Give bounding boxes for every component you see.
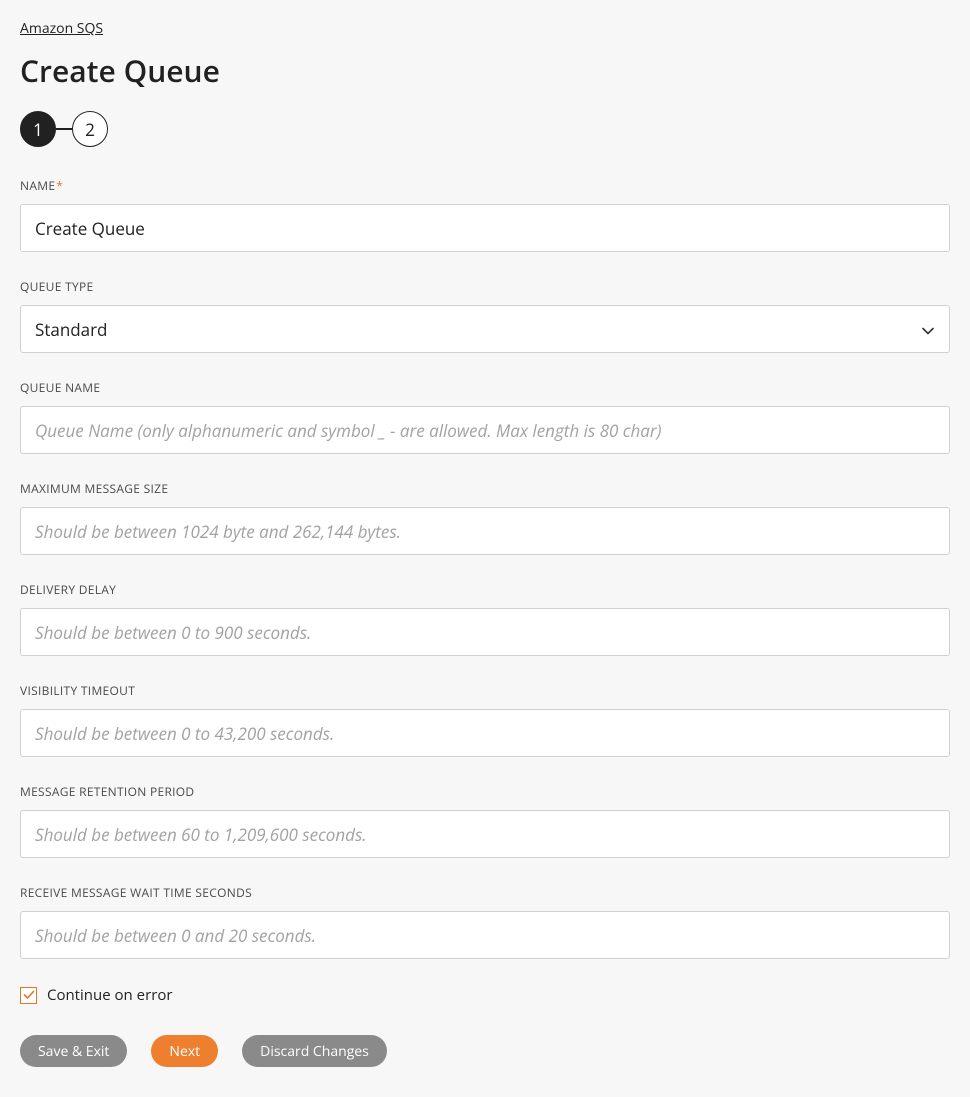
check-icon [23, 990, 35, 1000]
discard-button[interactable]: Discard Changes [242, 1035, 387, 1067]
queue-type-select[interactable]: Standard [20, 305, 950, 353]
continue-on-error-checkbox[interactable] [20, 987, 37, 1004]
page-title: Create Queue [20, 50, 950, 91]
field-queue-name: Queue Name [20, 379, 950, 454]
continue-on-error-row: Continue on error [20, 985, 950, 1005]
step-connector [56, 128, 72, 130]
breadcrumb-link[interactable]: Amazon SQS [20, 19, 103, 38]
field-msg-retention: Message Retention Period [20, 783, 950, 858]
visibility-timeout-label: Visibility Timeout [20, 682, 950, 699]
field-queue-type: Queue Type Standard [20, 278, 950, 353]
delivery-delay-input[interactable] [20, 608, 950, 656]
save-exit-button[interactable]: Save & Exit [20, 1035, 127, 1067]
name-input[interactable] [20, 204, 950, 252]
receive-wait-input[interactable] [20, 911, 950, 959]
name-label: Name* [20, 177, 950, 194]
step-2[interactable]: 2 [72, 111, 108, 147]
queue-name-input[interactable] [20, 406, 950, 454]
msg-retention-input[interactable] [20, 810, 950, 858]
max-msg-size-input[interactable] [20, 507, 950, 555]
queue-name-label: Queue Name [20, 379, 950, 396]
required-asterisk: * [56, 177, 63, 194]
field-name: Name* [20, 177, 950, 252]
receive-wait-label: Receive Message Wait Time Seconds [20, 884, 950, 901]
max-msg-size-label: Maximum Message Size [20, 480, 950, 497]
stepper: 1 2 [20, 111, 950, 147]
delivery-delay-label: Delivery Delay [20, 581, 950, 598]
field-receive-wait: Receive Message Wait Time Seconds [20, 884, 950, 959]
step-1[interactable]: 1 [20, 111, 56, 147]
msg-retention-label: Message Retention Period [20, 783, 950, 800]
next-button[interactable]: Next [151, 1035, 218, 1067]
visibility-timeout-input[interactable] [20, 709, 950, 757]
queue-type-label: Queue Type [20, 278, 950, 295]
continue-on-error-label: Continue on error [47, 985, 172, 1005]
field-visibility-timeout: Visibility Timeout [20, 682, 950, 757]
field-delivery-delay: Delivery Delay [20, 581, 950, 656]
button-row: Save & Exit Next Discard Changes [20, 1035, 950, 1067]
field-max-msg-size: Maximum Message Size [20, 480, 950, 555]
